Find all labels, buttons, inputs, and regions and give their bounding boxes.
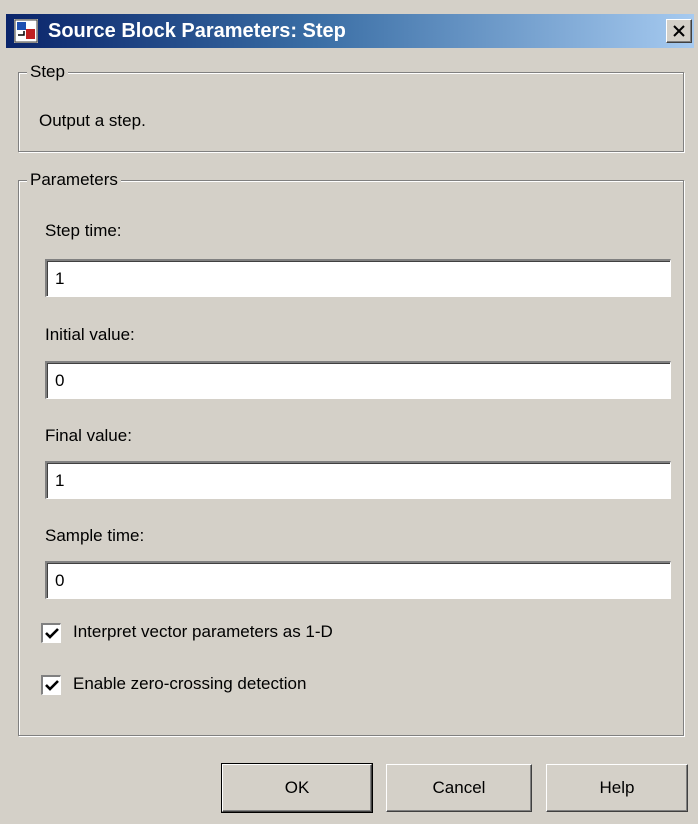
step-time-input[interactable]: [45, 259, 671, 297]
zero-crossing-checkbox[interactable]: [41, 675, 61, 695]
initial-value-label: Initial value:: [45, 325, 135, 344]
title-bar[interactable]: Source Block Parameters: Step: [6, 14, 694, 48]
dialog-window: Source Block Parameters: Step Step Outpu…: [0, 0, 698, 824]
checkmark-icon: [45, 628, 59, 639]
ok-button[interactable]: OK: [221, 763, 373, 813]
help-button[interactable]: Help: [546, 764, 688, 812]
step-time-label: Step time:: [45, 221, 122, 240]
window-title: Source Block Parameters: Step: [48, 20, 346, 42]
close-icon: [673, 25, 685, 37]
final-value-input[interactable]: [45, 461, 671, 499]
sample-time-label: Sample time:: [45, 526, 145, 545]
initial-value-input[interactable]: [45, 361, 671, 399]
close-button[interactable]: [666, 19, 692, 43]
final-value-label: Final value:: [45, 426, 132, 445]
interpret-vector-checkbox[interactable]: [41, 623, 61, 643]
description-group: Step Output a step.: [18, 62, 684, 152]
description-group-legend: Step: [27, 62, 68, 82]
block-description: Output a step.: [39, 111, 146, 130]
parameters-group: Parameters Step time: Initial value: Fin…: [18, 170, 684, 736]
zero-crossing-label[interactable]: Enable zero-crossing detection: [73, 674, 306, 694]
cancel-button[interactable]: Cancel: [386, 764, 532, 812]
sample-time-input[interactable]: [45, 561, 671, 599]
parameters-group-legend: Parameters: [27, 170, 121, 190]
interpret-vector-label[interactable]: Interpret vector parameters as 1-D: [73, 622, 333, 642]
checkmark-icon: [45, 680, 59, 691]
simulink-block-icon[interactable]: [14, 19, 38, 43]
